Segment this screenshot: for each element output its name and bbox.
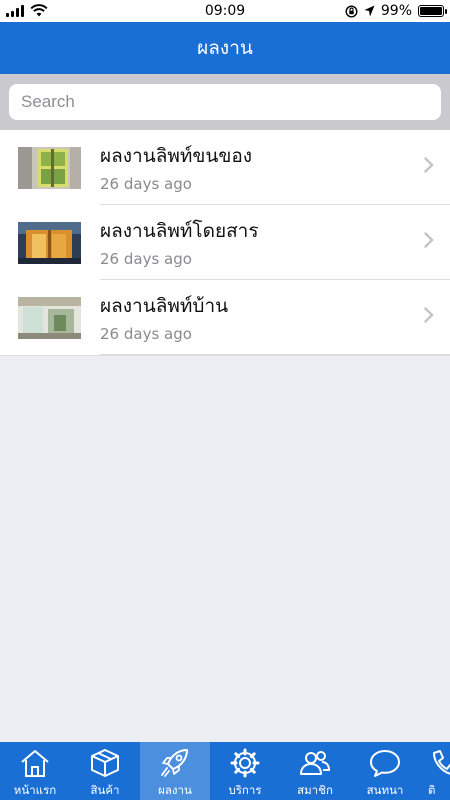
tab-label: ติ (428, 783, 436, 797)
phone-icon (433, 750, 450, 775)
search-input[interactable] (21, 92, 381, 112)
thumbnail-image (18, 221, 81, 264)
tab-label: หน้าแรก (13, 783, 57, 797)
tab-members[interactable]: สมาชิก (280, 742, 350, 800)
list-item[interactable]: ผลงานลิพท์ขนของ 26 days ago (0, 130, 450, 205)
portfolio-list: ผลงานลิพท์ขนของ 26 days ago ผลงานลิพท์โด… (0, 130, 450, 356)
status-bar: 09:09 99% (0, 0, 450, 22)
list-divider (0, 355, 450, 356)
tab-home[interactable]: หน้าแรก (0, 742, 70, 800)
chevron-right-icon (424, 307, 434, 323)
tab-contact[interactable]: ติ (420, 742, 450, 800)
item-title: ผลงานลิพท์บ้าน (100, 295, 229, 317)
page-title: ผลงาน (197, 37, 253, 59)
battery-icon (418, 5, 447, 17)
tab-chat[interactable]: สนทนา (350, 742, 420, 800)
orientation-lock-icon (345, 4, 358, 18)
search-box[interactable] (9, 84, 441, 120)
gear-icon (230, 748, 260, 778)
thumbnail-image (18, 146, 81, 189)
item-timestamp: 26 days ago (100, 250, 192, 268)
list-item[interactable]: ผลงานลิพท์โดยสาร 26 days ago (0, 205, 450, 280)
chevron-right-icon (424, 157, 434, 173)
search-bar (0, 74, 450, 130)
item-title: ผลงานลิพท์ขนของ (100, 145, 253, 167)
tab-products[interactable]: สินค้า (70, 742, 140, 800)
tab-label: สมาชิก (297, 783, 333, 797)
location-arrow-icon (364, 5, 375, 17)
tab-label: บริการ (228, 783, 262, 797)
tab-bar: หน้าแรก สินค้า ผลงาน บริการ สมาชิก สนทนา… (0, 742, 450, 800)
tab-portfolio[interactable]: ผลงาน (140, 742, 210, 800)
chevron-right-icon (424, 232, 434, 248)
tab-label: สนทนา (366, 783, 404, 797)
list-item[interactable]: ผลงานลิพท์บ้าน 26 days ago (0, 280, 450, 355)
battery-percent: 99% (380, 3, 412, 19)
rocket-icon (161, 749, 188, 777)
users-icon (300, 751, 331, 775)
battery-level (420, 7, 442, 15)
item-timestamp: 26 days ago (100, 175, 192, 193)
tab-label: ผลงาน (158, 783, 192, 797)
nav-header: ผลงาน (0, 22, 450, 74)
status-right: 99% (345, 3, 447, 19)
tab-services[interactable]: บริการ (210, 742, 280, 800)
box-icon (91, 749, 119, 777)
thumbnail-image (18, 296, 81, 339)
home-icon (21, 750, 49, 777)
item-title: ผลงานลิพท์โดยสาร (100, 220, 259, 242)
chat-bubble-icon (370, 750, 400, 777)
tab-label: สินค้า (90, 783, 120, 797)
item-timestamp: 26 days ago (100, 325, 192, 343)
